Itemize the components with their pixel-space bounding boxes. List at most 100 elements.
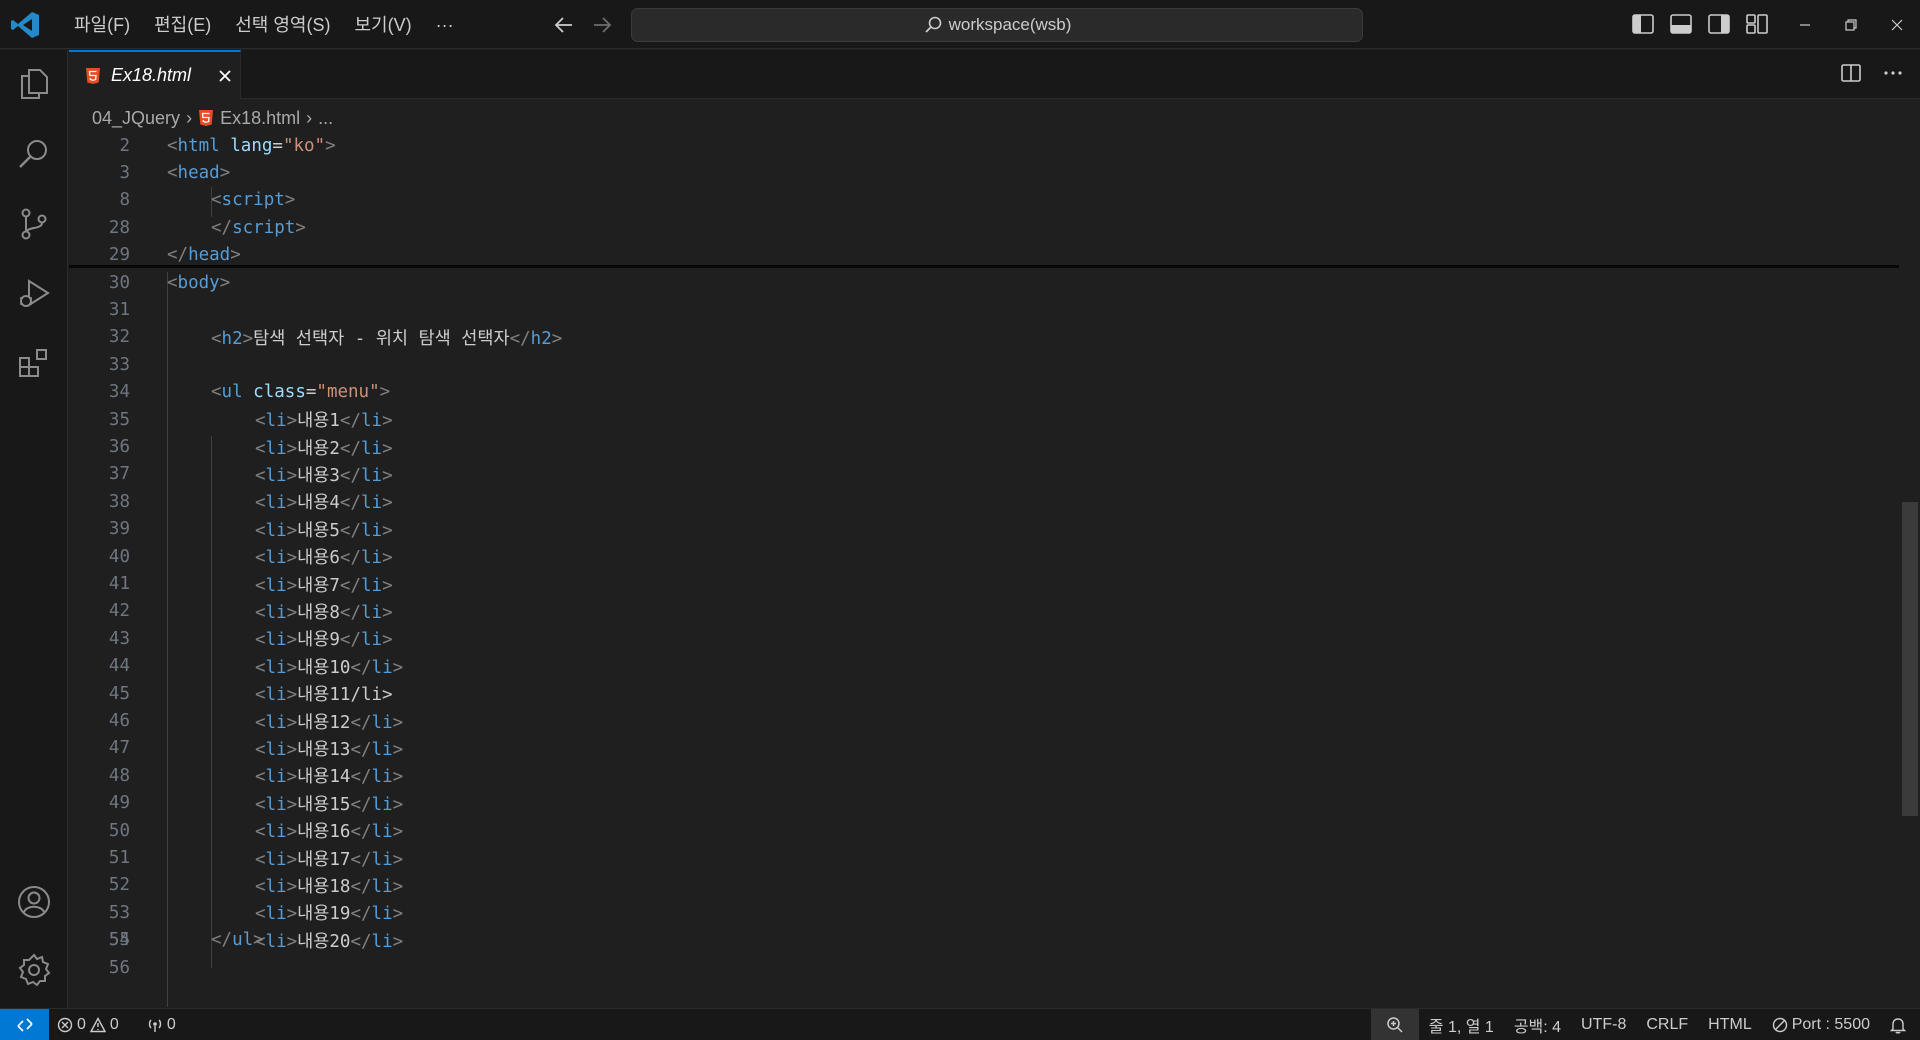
live-server-port[interactable]: Port : 5500 — [1762, 1009, 1880, 1040]
code-line: 40 <li>내용6</li> — [69, 543, 1899, 570]
settings-gear-icon[interactable] — [0, 936, 68, 1004]
more-actions-icon[interactable] — [1882, 62, 1904, 84]
forward-arrow-icon[interactable] — [590, 13, 614, 37]
li-number: 8 — [329, 602, 340, 623]
code-line: 34 <ul class="menu"> — [69, 379, 1899, 406]
toggle-primary-sidebar-icon[interactable] — [1630, 11, 1656, 37]
breadcrumb-file[interactable]: Ex18.html — [220, 108, 300, 129]
html5-icon — [86, 67, 100, 84]
vertical-scrollbar[interactable] — [1900, 132, 1920, 1008]
line-number: 53 — [108, 902, 130, 923]
li-number: 10 — [329, 657, 351, 678]
customize-layout-icon[interactable] — [1744, 11, 1770, 37]
code-line: 49 <li>내용15</li> — [69, 790, 1899, 817]
search-text: workspace(wsb) — [948, 15, 1072, 34]
li-number: 3 — [329, 465, 340, 486]
menu-file[interactable]: 파일(F) — [62, 7, 142, 43]
back-arrow-icon[interactable] — [552, 13, 576, 37]
code-line: 32 <h2>탐색 선택자 - 위치 탐색 선택자</h2> — [69, 324, 1899, 351]
remote-indicator-icon[interactable] — [0, 1008, 49, 1040]
indentation[interactable]: 공백: 4 — [1504, 1009, 1571, 1040]
li-number: 7 — [329, 575, 340, 596]
li-element: <li>내용2</li> — [255, 438, 393, 459]
code-line: 3 <head> — [69, 159, 1899, 186]
menu-bar: 파일(F) 편집(E) 선택 영역(S) 보기(V) ··· — [62, 0, 466, 49]
source-control-icon[interactable] — [0, 190, 68, 258]
line-number: 50 — [108, 820, 130, 841]
li-element: <li>내용4</li> — [255, 493, 393, 514]
code-line: 35 <li>내용1</li> — [69, 406, 1899, 433]
end-of-line[interactable]: CRLF — [1636, 1009, 1698, 1040]
attr-value: "menu" — [316, 382, 380, 403]
circle-slash-icon — [1772, 1017, 1787, 1033]
error-icon — [57, 1017, 73, 1032]
cursor-position[interactable]: 줄 1, 열 1 — [1419, 1009, 1504, 1040]
code-editor[interactable]: 2 <html lang="ko"> 3 <head> 8 <script> 2… — [69, 132, 1899, 1008]
search-icon — [924, 16, 941, 33]
notifications-bell-icon[interactable] — [1880, 1009, 1920, 1040]
extensions-icon[interactable] — [0, 330, 68, 398]
code-line: 51 <li>내용17</li> — [69, 844, 1899, 871]
code-line: 37 <li>내용3</li> — [69, 461, 1899, 488]
line-number: 32 — [108, 327, 130, 348]
breadcrumb-more[interactable]: ... — [318, 108, 333, 129]
breadcrumb-folder[interactable]: 04_JQuery — [92, 108, 180, 129]
language-mode[interactable]: HTML — [1698, 1009, 1762, 1040]
explorer-icon[interactable] — [0, 50, 68, 118]
li-number: 5 — [329, 520, 340, 541]
split-editor-icon[interactable] — [1840, 62, 1862, 84]
line-number: 46 — [108, 711, 130, 732]
toggle-panel-icon[interactable] — [1668, 11, 1694, 37]
li-number: 16 — [329, 822, 351, 843]
toggle-secondary-sidebar-icon[interactable] — [1706, 11, 1732, 37]
li-element: <li>내용12</li> — [255, 712, 404, 733]
li-text-prefix: 내용 — [297, 520, 330, 541]
li-element: <li>내용13</li> — [255, 739, 404, 760]
window-controls — [1782, 0, 1920, 49]
restore-icon[interactable] — [1828, 0, 1874, 49]
command-center-search[interactable]: workspace(wsb) — [631, 8, 1363, 42]
code-line: 8 <script> — [69, 187, 1899, 214]
problems-indicator[interactable]: 0 0 — [49, 1009, 127, 1040]
menu-selection[interactable]: 선택 영역(S) — [223, 7, 342, 43]
li-number: 9 — [329, 630, 340, 651]
error-count: 0 — [77, 1015, 86, 1033]
h2-text: 탐색 선택자 - 위치 탐색 선택자 — [253, 328, 510, 349]
run-debug-icon[interactable] — [0, 260, 68, 328]
li-text-prefix: 내용 — [297, 493, 330, 514]
layout-controls — [1630, 11, 1770, 37]
li-number: 14 — [329, 767, 351, 788]
line-number: 29 — [108, 245, 130, 266]
li-number: 13 — [329, 739, 351, 760]
editor-actions — [1840, 62, 1904, 84]
line-number: 42 — [108, 601, 130, 622]
close-tab-icon[interactable] — [215, 66, 235, 86]
tab-ex18-html[interactable]: Ex18.html — [69, 50, 241, 99]
scrollbar-thumb[interactable] — [1902, 502, 1918, 816]
li-number: 18 — [329, 876, 351, 897]
li-element: <li>내용5</li> — [255, 520, 393, 541]
code-line: 36 <li>내용2</li> — [69, 433, 1899, 460]
encoding[interactable]: UTF-8 — [1571, 1009, 1636, 1040]
li-number: 4 — [329, 493, 340, 514]
code-line: 39 <li>내용5</li> — [69, 516, 1899, 543]
li-text-prefix: 내용 — [297, 794, 330, 815]
line-number: 45 — [108, 683, 130, 704]
ports-indicator[interactable]: 0 — [139, 1009, 184, 1040]
html5-icon — [199, 110, 214, 126]
menu-edit[interactable]: 편집(E) — [142, 7, 223, 43]
code-line: 33 — [69, 351, 1899, 378]
code-line: 47 <li>내용13</li> — [69, 735, 1899, 762]
li-text-prefix: 내용 — [297, 876, 330, 897]
search-icon[interactable] — [0, 120, 68, 188]
li-number: 15 — [329, 794, 351, 815]
close-window-icon[interactable] — [1874, 0, 1920, 49]
accounts-icon[interactable] — [0, 868, 68, 936]
zoom-icon[interactable] — [1370, 1009, 1419, 1040]
li-element: <li>내용19</li> — [255, 904, 404, 925]
menu-more[interactable]: ··· — [424, 7, 466, 43]
menu-view[interactable]: 보기(V) — [342, 7, 423, 43]
breadcrumb: 04_JQuery › Ex18.html › ... — [92, 105, 333, 131]
minimize-icon[interactable] — [1782, 0, 1828, 49]
li-element: <li>내용15</li> — [255, 794, 404, 815]
